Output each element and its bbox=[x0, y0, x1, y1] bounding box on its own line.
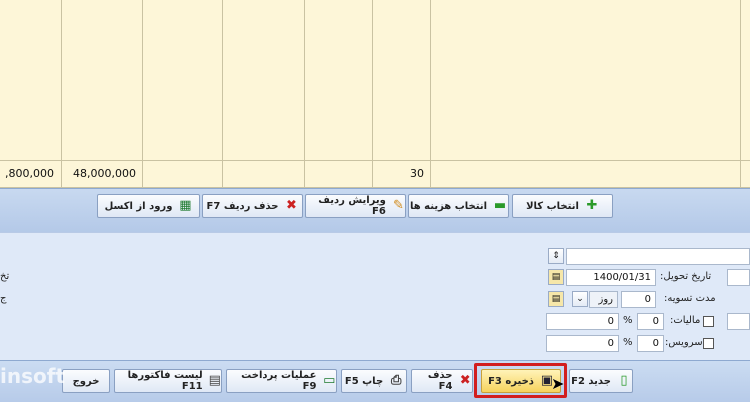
exit-label: خروج bbox=[72, 375, 100, 387]
top-field[interactable] bbox=[566, 248, 750, 265]
tax-checkbox[interactable] bbox=[703, 316, 714, 327]
select-goods-button[interactable]: ✚ انتخاب کالا bbox=[512, 194, 613, 218]
service-percent-input[interactable]: 0 bbox=[637, 335, 664, 352]
spin-icon[interactable]: ⇕ bbox=[548, 248, 564, 264]
print-label: چاپ F5 bbox=[344, 375, 384, 387]
list-icon: ▤ bbox=[208, 373, 221, 388]
select-cost-button[interactable]: ▬ انتخاب هزینه ها bbox=[408, 194, 509, 218]
edit-row-label: ویرایش ردیف F6 bbox=[318, 195, 386, 217]
edit-row-button[interactable]: ✎ ویرایش ردیف F6 bbox=[305, 194, 406, 218]
import-excel-label: ورود از اکسل bbox=[104, 200, 173, 212]
items-grid[interactable]: ,800,000 48,000,000 30 bbox=[0, 0, 750, 188]
right-field[interactable] bbox=[727, 313, 750, 330]
payment-operations-button[interactable]: ▭ عملیات پرداخت F9 bbox=[226, 369, 337, 393]
left-label: تخ bbox=[0, 271, 10, 282]
service-amount-input[interactable]: 0 bbox=[546, 335, 619, 352]
service-label: سرویس: bbox=[665, 337, 703, 348]
printer-icon: ⎙ bbox=[390, 373, 402, 388]
delete-row-button[interactable]: ✖ حذف ردیف F7 bbox=[202, 194, 303, 218]
totals-cell: 48,000,000 bbox=[73, 167, 136, 180]
pencil-icon: ✎ bbox=[392, 198, 404, 213]
service-checkbox[interactable] bbox=[703, 338, 714, 349]
left-label: ج bbox=[0, 293, 7, 304]
mouse-pointer-icon: ➤ bbox=[551, 374, 565, 393]
delete-document-icon: ✖ bbox=[459, 373, 471, 388]
new-label: جدید F2 bbox=[571, 375, 611, 387]
grid-row-divider bbox=[0, 160, 750, 161]
tax-amount-input[interactable]: 0 bbox=[546, 313, 619, 330]
plus-icon: ✚ bbox=[586, 198, 598, 213]
chevron-down-icon[interactable]: ⌄ bbox=[572, 291, 588, 307]
invoice-form-panel: ⇕ ▤ 1400/01/31 تاریخ تحویل: ▤ ⌄ روز 0 مد… bbox=[0, 232, 750, 360]
delete-label: حذف F4 bbox=[427, 370, 453, 392]
delivery-date-input[interactable]: 1400/01/31 bbox=[566, 269, 656, 286]
percent-sign: % bbox=[623, 315, 633, 326]
calendar-icon[interactable]: ▤ bbox=[548, 291, 564, 307]
tax-percent-input[interactable]: 0 bbox=[637, 313, 664, 330]
invoice-list-button[interactable]: ▤ لیست فاکتورها F11 bbox=[114, 369, 222, 393]
watermark: insoft bbox=[0, 364, 65, 388]
exit-button[interactable]: خروج bbox=[62, 369, 110, 393]
minus-icon: ▬ bbox=[493, 198, 507, 213]
bottom-toolbar: ▯ جدید F2 ▣ ذخیره F3 ✖ حذف F4 ⎙ چاپ F5 ▭… bbox=[0, 360, 750, 402]
select-cost-label: انتخاب هزینه ها bbox=[410, 200, 487, 212]
totals-cell: ,800,000 bbox=[5, 167, 54, 180]
x-icon: ✖ bbox=[286, 198, 297, 213]
print-button[interactable]: ⎙ چاپ F5 bbox=[341, 369, 407, 393]
totals-cell: 30 bbox=[410, 167, 424, 180]
delivery-date-label: تاریخ تحویل: bbox=[660, 271, 712, 282]
row-toolbar: ✚ انتخاب کالا ▬ انتخاب هزینه ها ✎ ویرایش… bbox=[0, 188, 750, 232]
delete-button[interactable]: ✖ حذف F4 bbox=[411, 369, 473, 393]
new-document-icon: ▯ bbox=[620, 373, 628, 388]
payment-operations-label: عملیات پرداخت F9 bbox=[241, 370, 317, 392]
right-field[interactable] bbox=[727, 269, 750, 286]
delete-row-label: حذف ردیف F7 bbox=[206, 200, 279, 212]
import-excel-button[interactable]: ▦ ورود از اکسل bbox=[97, 194, 200, 218]
money-icon: ▭ bbox=[323, 373, 336, 388]
new-button[interactable]: ▯ جدید F2 bbox=[569, 369, 633, 393]
percent-sign: % bbox=[623, 337, 633, 348]
tax-label: مالیات: bbox=[670, 315, 701, 326]
settlement-label: مدت تسویه: bbox=[664, 293, 716, 304]
excel-icon: ▦ bbox=[179, 198, 192, 213]
invoice-list-label: لیست فاکتورها F11 bbox=[127, 370, 203, 392]
calendar-icon[interactable]: ▤ bbox=[548, 269, 564, 285]
settlement-unit-select[interactable]: روز bbox=[589, 291, 618, 308]
settlement-days-input[interactable]: 0 bbox=[621, 291, 656, 308]
select-goods-label: انتخاب کالا bbox=[526, 200, 579, 212]
